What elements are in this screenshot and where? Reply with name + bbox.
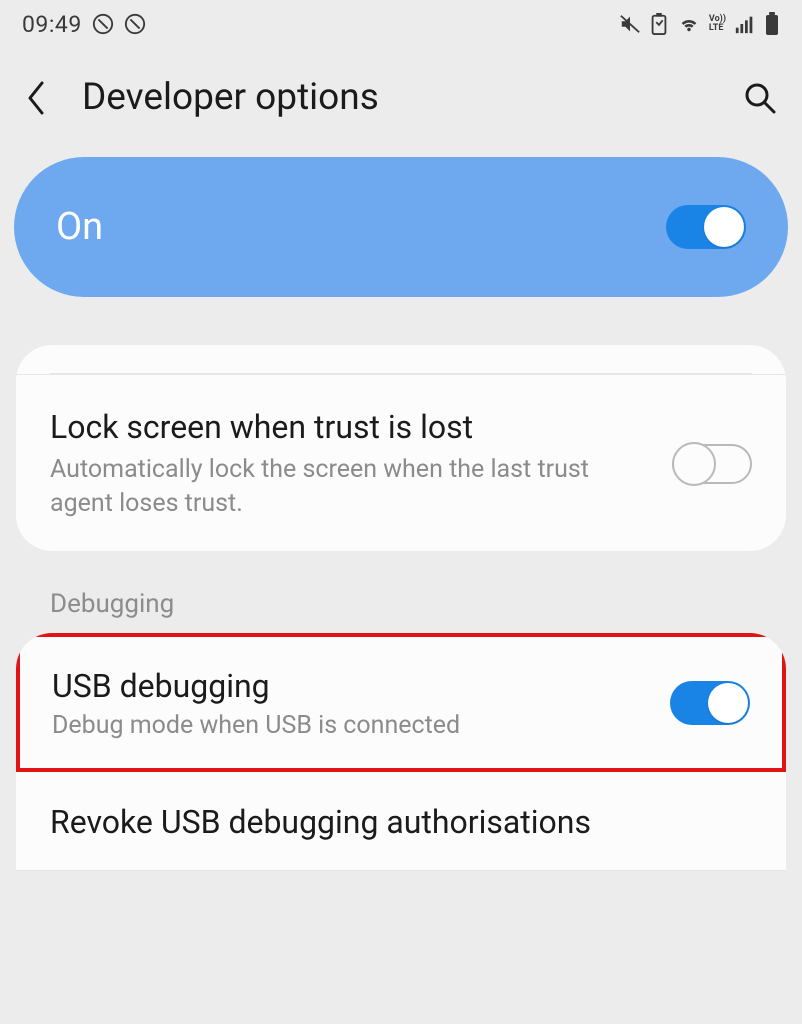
search-button[interactable] [736, 82, 776, 114]
battery-icon [764, 12, 780, 36]
status-bar-right: Vo))LTE [619, 12, 780, 36]
back-button[interactable] [26, 81, 66, 115]
status-bar: 09:49 Vo))LTE [0, 0, 802, 48]
toggle-switch[interactable] [672, 442, 752, 486]
row-subtitle: Debug mode when USB is connected [52, 711, 650, 740]
page-title: Developer options [66, 76, 736, 119]
row-title: Lock screen when trust is lost [50, 407, 652, 447]
wifi-icon [677, 13, 701, 35]
signal-icon [734, 13, 756, 35]
settings-card-debugging: USB debugging Debug mode when USB is con… [16, 633, 786, 871]
mute-vibrate-icon [619, 13, 641, 35]
row-subtitle: Automatically lock the screen when the l… [50, 453, 652, 521]
chevron-left-icon [26, 81, 46, 115]
section-heading-debugging: Debugging [50, 589, 802, 619]
toggle-knob [708, 683, 748, 723]
master-toggle-label: On [56, 205, 103, 249]
battery-saver-icon [649, 13, 669, 35]
setting-row-revoke-usb-auth[interactable]: Revoke USB debugging authorisations [16, 772, 786, 871]
toggle-knob [672, 442, 716, 486]
row-text: USB debugging Debug mode when USB is con… [52, 667, 670, 740]
developer-options-master-toggle[interactable]: On [14, 157, 788, 297]
toggle-switch[interactable] [666, 205, 746, 249]
volte-icon: Vo))LTE [709, 15, 726, 33]
settings-card: Lock screen when trust is lost Automatic… [16, 345, 786, 551]
page-header: Developer options [0, 48, 802, 157]
row-title: USB debugging [52, 667, 650, 705]
row-text: Lock screen when trust is lost Automatic… [50, 407, 672, 521]
search-icon [744, 82, 776, 114]
setting-row-usb-debugging[interactable]: USB debugging Debug mode when USB is con… [16, 633, 786, 772]
app-notification-icon [124, 13, 146, 35]
status-time: 09:49 [22, 11, 82, 38]
row-title: Revoke USB debugging authorisations [50, 802, 752, 842]
app-notification-icon [92, 13, 114, 35]
row-text: Revoke USB debugging authorisations [50, 802, 752, 842]
toggle-knob [704, 207, 744, 247]
setting-row-lock-screen-trust[interactable]: Lock screen when trust is lost Automatic… [16, 374, 786, 551]
status-bar-left: 09:49 [22, 11, 146, 38]
toggle-switch[interactable] [670, 681, 750, 725]
